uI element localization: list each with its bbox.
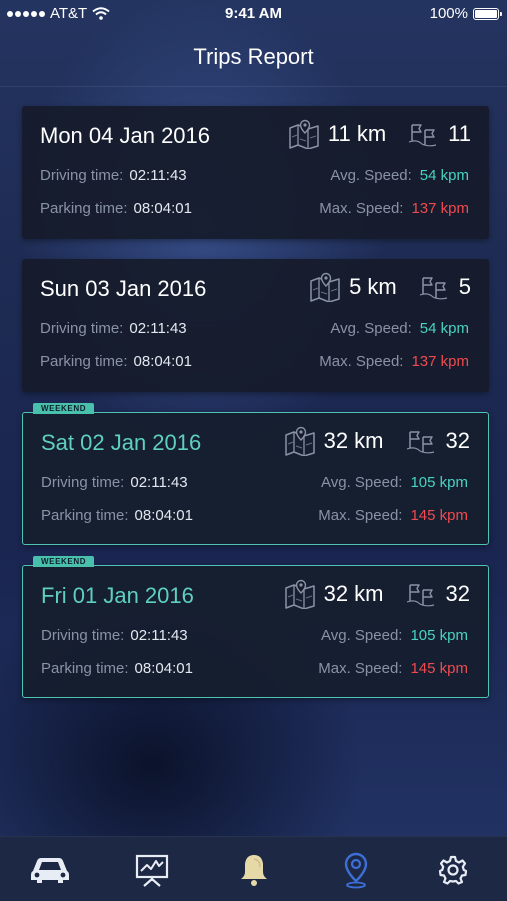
max-speed-value: 137 kpm: [411, 200, 469, 217]
parking-time-row: Parking time: 08:04:01: [41, 507, 193, 524]
chart-board-icon: [135, 854, 169, 887]
trip-count: 5: [458, 274, 471, 299]
driving-time-label: Driving time:: [41, 627, 125, 644]
trip-stats: 5 km 5: [309, 272, 471, 302]
avg-speed-value: 54 kpm: [419, 320, 469, 337]
map-icon: [310, 272, 340, 302]
battery-label: 100%: [429, 5, 468, 22]
driving-time-label: Driving time:: [40, 320, 124, 337]
avg-speed-row: Avg. Speed: 105 kpm: [321, 627, 468, 644]
trip-count: 32: [445, 428, 470, 453]
status-right: 100%: [429, 5, 502, 22]
tab-location[interactable]: [334, 851, 378, 889]
map-icon: [284, 426, 315, 456]
header-divider: [0, 86, 507, 87]
parking-time-value: 08:04:01: [133, 200, 192, 217]
trip-distance: 32 km: [323, 428, 384, 453]
trip-stats: 11 km 11: [288, 119, 471, 149]
parking-time-label: Parking time:: [40, 200, 128, 217]
page-title: Trips Report: [193, 44, 314, 69]
trip-count: 32: [445, 581, 470, 606]
trip-count: 11: [448, 121, 471, 146]
avg-speed-row: Avg. Speed: 54 kpm: [330, 167, 469, 184]
parking-time-label: Parking time:: [40, 353, 128, 370]
driving-time-value: 02:11:43: [130, 474, 188, 491]
map-icon: [289, 119, 319, 149]
max-speed-label: Max. Speed:: [318, 660, 403, 677]
trip-flags-icon: [406, 584, 434, 607]
battery-icon: [473, 7, 502, 20]
parking-time-row: Parking time: 08:04:01: [40, 200, 192, 217]
driving-time-row: Driving time: 02:11:43: [41, 627, 188, 644]
parking-time-value: 08:04:01: [134, 507, 193, 524]
driving-time-row: Driving time: 02:11:43: [41, 474, 188, 491]
trip-distance: 11 km: [327, 121, 387, 146]
trip-distance: 5 km: [349, 274, 397, 299]
trip-date: Sat 02 Jan 2016: [41, 430, 202, 455]
trip-flags-icon: [408, 124, 437, 147]
parking-time-row: Parking time: 08:04:01: [41, 660, 193, 677]
avg-speed-label: Avg. Speed:: [321, 627, 403, 644]
max-speed-label: Max. Speed:: [318, 507, 403, 524]
driving-time-value: 02:11:43: [130, 627, 188, 644]
avg-speed-value: 54 kpm: [419, 167, 469, 184]
avg-speed-value: 105 kpm: [410, 474, 468, 491]
location-pin-icon: [344, 852, 368, 889]
trip-card-weekend[interactable]: WEEKEND Fri 01 Jan 2016 32 km 32 Driving…: [22, 556, 489, 698]
max-speed-row: Max. Speed: 145 kpm: [318, 660, 468, 677]
driving-time-value: 02:11:43: [129, 167, 187, 184]
map-icon: [284, 579, 315, 609]
avg-speed-row: Avg. Speed: 54 kpm: [330, 320, 469, 337]
tab-bar: [0, 836, 507, 901]
parking-time-label: Parking time:: [41, 660, 129, 677]
parking-time-label: Parking time:: [41, 507, 129, 524]
tab-vehicle[interactable]: [28, 851, 72, 889]
driving-time-row: Driving time: 02:11:43: [40, 320, 187, 337]
max-speed-label: Max. Speed:: [319, 353, 404, 370]
avg-speed-label: Avg. Speed:: [321, 474, 403, 491]
trip-card[interactable]: Sun 03 Jan 2016 5 km 5 Driving time: 02:1…: [22, 259, 489, 392]
car-icon: [31, 858, 69, 883]
parking-time-row: Parking time: 08:04:01: [40, 353, 192, 370]
max-speed-value: 137 kpm: [411, 353, 469, 370]
max-speed-value: 145 kpm: [410, 660, 468, 677]
weekend-badge: WEEKEND: [33, 403, 95, 414]
bell-icon: [241, 855, 267, 886]
avg-speed-label: Avg. Speed:: [330, 167, 412, 184]
trip-card[interactable]: Mon 04 Jan 2016 11 km 11 Driving time: 02…: [22, 106, 489, 239]
parking-time-value: 08:04:01: [133, 353, 192, 370]
driving-time-row: Driving time: 02:11:43: [40, 167, 187, 184]
avg-speed-label: Avg. Speed:: [330, 320, 412, 337]
driving-time-label: Driving time:: [40, 167, 124, 184]
weekend-badge: WEEKEND: [33, 556, 95, 567]
trip-card-weekend[interactable]: WEEKEND Sat 02 Jan 2016 32 km 32 Driving…: [22, 403, 489, 545]
gear-icon: [438, 855, 468, 885]
driving-time-label: Driving time:: [41, 474, 125, 491]
driving-time-value: 02:11:43: [129, 320, 187, 337]
trip-date: Fri 01 Jan 2016: [41, 583, 194, 608]
avg-speed-value: 105 kpm: [410, 627, 468, 644]
max-speed-row: Max. Speed: 137 kpm: [319, 200, 469, 217]
max-speed-row: Max. Speed: 145 kpm: [318, 507, 468, 524]
max-speed-label: Max. Speed:: [319, 200, 404, 217]
parking-time-value: 08:04:01: [134, 660, 193, 677]
trip-flags-icon: [406, 431, 434, 454]
trip-distance: 32 km: [323, 581, 384, 606]
trip-date: Mon 04 Jan 2016: [40, 123, 211, 148]
tab-reports[interactable]: [130, 851, 174, 889]
tab-notifications[interactable]: [232, 851, 276, 889]
max-speed-value: 145 kpm: [410, 507, 468, 524]
status-bar: AT&T 9:41 AM 100%: [0, 0, 507, 28]
max-speed-row: Max. Speed: 137 kpm: [319, 353, 469, 370]
trip-flags-icon: [419, 277, 447, 300]
trip-stats: 32 km 32: [284, 426, 470, 456]
tab-settings[interactable]: [431, 851, 475, 889]
trip-stats: 32 km 32: [284, 579, 470, 609]
trip-date: Sun 03 Jan 2016: [40, 276, 207, 301]
avg-speed-row: Avg. Speed: 105 kpm: [321, 474, 468, 491]
